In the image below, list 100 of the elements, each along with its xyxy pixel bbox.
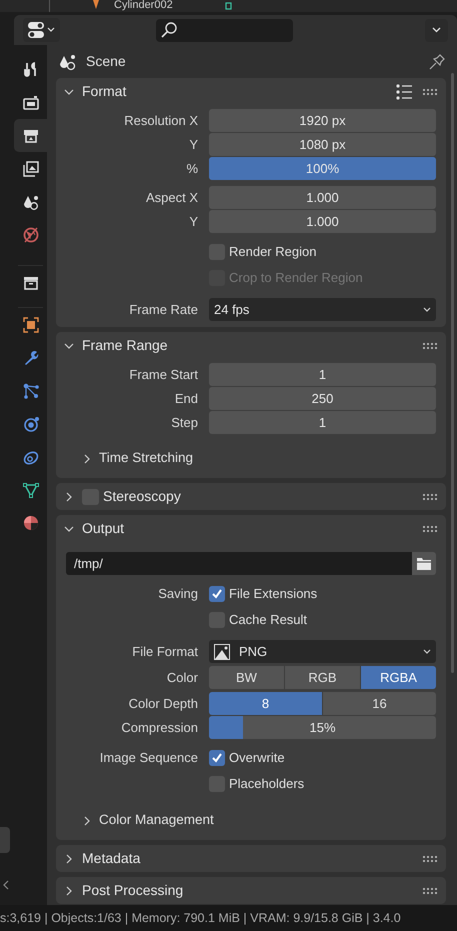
screwdriver-wrench-icon [22,62,38,78]
drag-handle-icon[interactable] [423,88,438,94]
chevron-right-icon [64,854,74,864]
material-sphere-icon [22,514,38,530]
panel-title: Output [82,519,124,538]
stacked-images-icon [22,160,38,176]
field-label: % [186,160,198,176]
number-field[interactable]: 250 [209,387,436,410]
panel-title: Metadata [82,849,140,868]
field-label: Image Sequence [100,750,198,765]
folder-icon [416,556,432,571]
chevron-right-icon [83,454,91,464]
status-bar-text: s:3,619 | Objects:1/63 | Memory: 790.1 MiB | VRAM: 9.9/15.8 GiB | 3.4.0 [0,910,401,927]
particles-icon [22,382,38,398]
cone-icon [91,0,101,10]
options-dropdown[interactable] [425,18,448,42]
segment-option[interactable]: 16 [323,692,436,715]
drag-handle-icon[interactable] [423,342,438,348]
number-field[interactable]: 1920 px [209,109,436,132]
checkbox[interactable] [209,586,225,602]
subpanel-header[interactable]: Color Management [83,810,214,831]
chevron-left-icon[interactable] [3,880,9,890]
square-selection-icon [22,316,38,332]
drag-handle-icon[interactable] [423,494,438,500]
checkbox-label[interactable]: Overwrite [229,748,285,768]
chevron-down-icon [432,27,441,33]
segment-option[interactable]: RGB [285,666,360,689]
subpanel-header[interactable]: Time Stretching [83,448,194,469]
segment-option[interactable]: 8 [209,692,322,715]
triangle-mesh-icon [22,482,38,498]
number-field[interactable]: 1 [209,411,436,434]
path-field[interactable]: /tmp/ [66,552,412,575]
outliner-item[interactable]: Cylinder002 [114,0,173,11]
panel-header[interactable]: Metadata [56,845,446,872]
scene-icon [22,194,38,210]
field-label: Frame Start [129,366,198,382]
scrollbar[interactable] [451,73,454,673]
field-label: Saving [158,586,198,601]
chevron-down-icon [423,649,431,654]
number-field[interactable]: 1.000 [209,210,436,233]
constraint-icon [22,448,38,464]
region-toggle[interactable] [0,827,10,853]
chevron-down-icon [64,342,74,350]
checkbox-label[interactable]: Render Region [229,242,316,262]
panel-header[interactable]: Frame Range [56,332,446,359]
toggle-icon [28,22,45,38]
chevron-down-icon [47,27,55,33]
segment-option[interactable]: RGBA [361,666,436,689]
number-field[interactable]: 1 [209,363,436,386]
number-field[interactable]: 1080 px [209,133,436,156]
panel-title: Format [82,82,126,101]
field-label: Color [166,670,198,685]
search-field[interactable] [156,18,293,42]
camera-back-icon [22,94,38,110]
field-label: Aspect X [146,190,198,205]
dropdown[interactable]: PNG [209,640,436,663]
checkbox-label[interactable]: File Extensions [229,584,318,604]
slider-field[interactable]: 15% [209,716,436,739]
chevron-right-icon [64,492,74,502]
slider-field[interactable]: 100% [209,157,436,180]
pin-icon[interactable] [429,53,446,70]
panel-title: Post Processing [82,881,184,900]
panel-header[interactable]: Stereoscopy [56,483,446,510]
field-label: Step [171,414,198,430]
field-label: File Format [132,644,198,659]
number-field[interactable]: 1.000 [209,186,436,209]
checkbox-label[interactable]: Placeholders [229,774,304,794]
chevron-right-icon [83,816,91,826]
field-label: Resolution X [124,112,198,128]
field-label: Y [189,136,198,152]
panel-header[interactable]: Output [56,515,446,542]
field-label: Frame Rate [129,302,198,317]
properties-tab[interactable] [14,119,47,152]
checkbox-label[interactable]: Cache Result [229,610,308,630]
presets-list-icon[interactable] [396,84,413,100]
drag-handle-icon[interactable] [423,888,438,894]
chevron-down-icon [423,307,431,312]
scene-icon [59,52,77,70]
dropdown[interactable]: 24 fps [209,298,436,321]
field-label: Y [189,214,198,229]
panel-header[interactable]: Post Processing [56,877,446,904]
checkmark-icon [211,752,223,763]
folder-button[interactable] [412,552,436,575]
checkmark-icon [211,588,223,599]
orbit-icon [22,416,38,432]
archive-box-icon [22,274,38,290]
segment-option[interactable]: BW [209,666,284,689]
checkbox[interactable] [209,750,225,766]
context-title: Scene [86,52,126,71]
editor-type-button[interactable] [23,18,60,42]
image-icon [214,644,230,660]
wrench-icon [22,350,38,366]
field-label: Color Depth [128,696,198,711]
panel-header[interactable]: Format [56,78,446,105]
chevron-down-icon [64,524,74,532]
drag-handle-icon[interactable] [423,856,438,862]
vertex-icon [225,2,232,10]
panel-title: Frame Range [82,336,168,355]
chevron-down-icon [64,88,74,96]
drag-handle-icon[interactable] [423,526,438,532]
